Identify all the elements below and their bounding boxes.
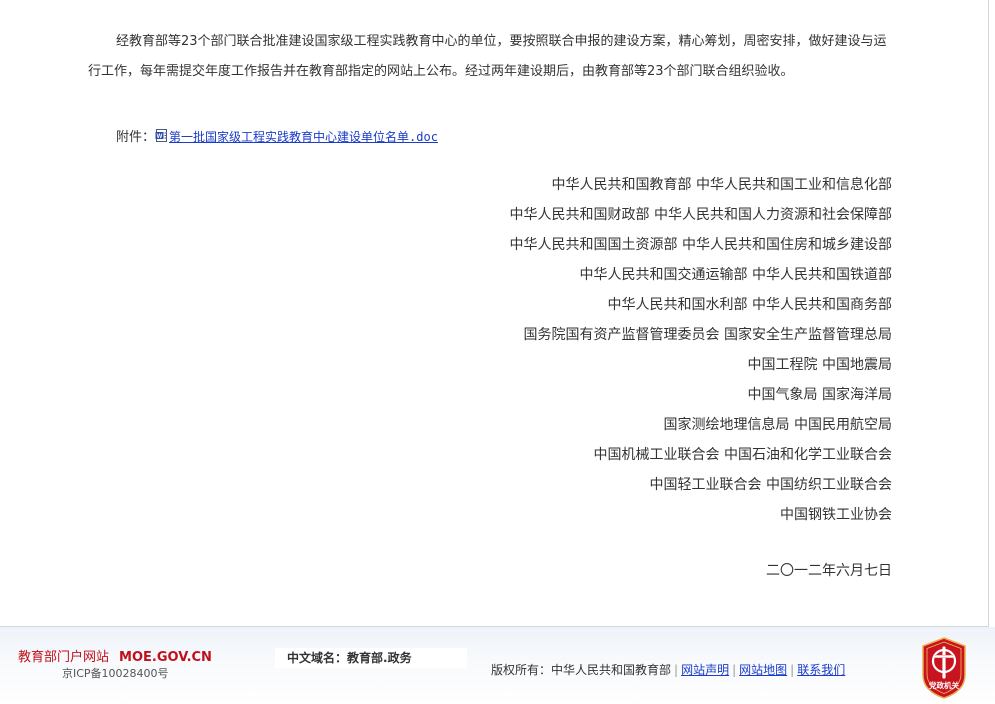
cn-domain-value: 教育部.政务 (347, 651, 412, 665)
signer-line: 中国工程院 中国地震局 (747, 357, 892, 373)
signer-line: 国务院国有资产监督管理委员会 国家安全生产监督管理总局 (523, 327, 892, 343)
copyright-row: 版权所有：中华人民共和国教育部 | 网站声明 | 网站地图 | 联系我们 (491, 661, 845, 678)
content-frame: 经教育部等23个部门联合批准建设国家级工程实践教育中心的单位，要按照联合申报的建… (0, 0, 989, 627)
signer-line: 中华人民共和国国土资源部 中华人民共和国住房和城乡建设部 (509, 237, 892, 253)
party-government-emblem-icon[interactable]: 党政机关 (921, 637, 967, 699)
cn-domain-label: 中文域名： (287, 651, 348, 665)
icp-number: 京ICP备10028400号 (62, 667, 169, 680)
signer-line: 中华人民共和国财政部 中华人民共和国人力资源和社会保障部 (509, 207, 892, 223)
site-map-link[interactable]: 网站地图 (739, 663, 787, 677)
signer-list: 中华人民共和国教育部 中华人民共和国工业和信息化部 中华人民共和国财政部 中华人… (510, 170, 892, 530)
divider: | (674, 663, 679, 677)
word-doc-icon: W (155, 129, 168, 142)
cn-domain-box: 中文域名：教育部.政务 (275, 648, 467, 668)
portal-name: 教育部门户网站 (18, 650, 110, 665)
notice-paragraph: 经教育部等23个部门联合批准建设国家级工程实践教育中心的单位，要按照联合申报的建… (88, 34, 887, 79)
signer-line: 中华人民共和国水利部 中华人民共和国商务部 (607, 297, 892, 313)
emblem-text: 党政机关 (929, 680, 959, 690)
site-statement-link[interactable]: 网站声明 (681, 663, 729, 677)
divider: | (790, 663, 795, 677)
document-date: 二〇一二年六月七日 (766, 563, 892, 579)
attachment-row: 附件： W 第一批国家级工程实践教育中心建设单位名单.doc (116, 127, 438, 148)
svg-text:W: W (157, 134, 163, 140)
signer-line: 中国机械工业联合会 中国石油和化学工业联合会 (593, 447, 892, 463)
divider: | (732, 663, 737, 677)
signer-line: 中国气象局 国家海洋局 (747, 387, 892, 403)
attachment-label: 附件： (116, 130, 156, 145)
signer-line: 中国轻工业联合会 中国纺织工业联合会 (649, 477, 892, 493)
attachment-link[interactable]: 第一批国家级工程实践教育中心建设单位名单.doc (169, 130, 438, 144)
contact-us-link[interactable]: 联系我们 (797, 663, 845, 677)
copyright-label: 版权所有：中华人民共和国教育部 (491, 663, 672, 677)
portal-title: 教育部门户网站 MOE.GOV.CN (18, 646, 212, 665)
signer-line: 中国钢铁工业协会 (780, 507, 892, 523)
portal-domain: MOE.GOV.CN (119, 650, 212, 665)
signer-line: 中华人民共和国教育部 中华人民共和国工业和信息化部 (551, 177, 892, 193)
signer-line: 中华人民共和国交通运输部 中华人民共和国铁道部 (579, 267, 892, 283)
signer-line: 国家测绘地理信息局 中国民用航空局 (663, 417, 892, 433)
site-footer: 教育部门户网站 MOE.GOV.CN 京ICP备10028400号 中文域名：教育… (0, 627, 995, 704)
